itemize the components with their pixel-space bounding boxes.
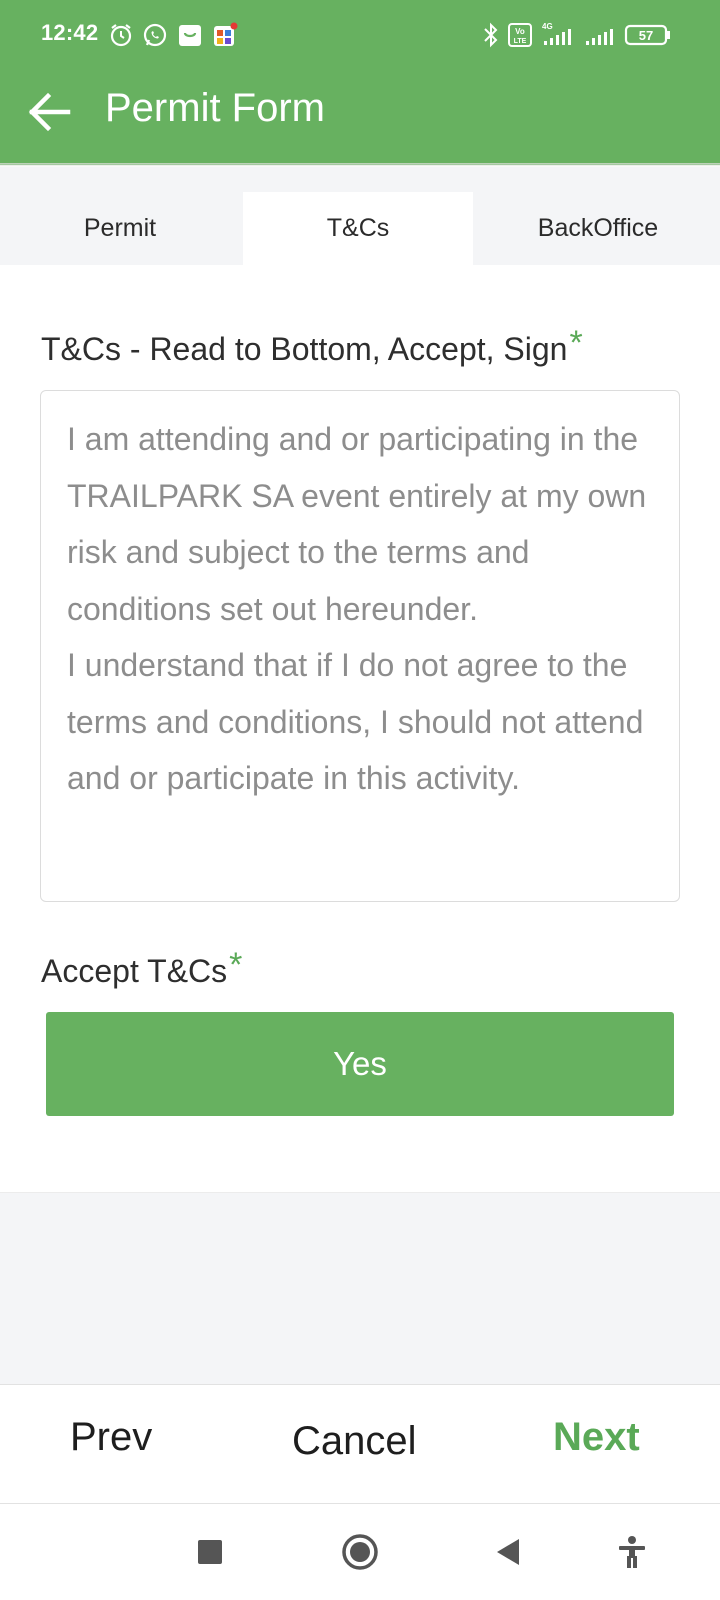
required-marker: * <box>229 946 243 984</box>
tab-permit[interactable]: Permit <box>0 192 240 265</box>
accept-yes-button[interactable]: Yes <box>46 1012 674 1116</box>
accessibility-button[interactable] <box>602 1504 662 1600</box>
required-marker: * <box>569 324 583 362</box>
network-label: 4G <box>542 22 553 31</box>
terms-scroll-box[interactable]: I am attending and or participating in t… <box>40 390 680 902</box>
app-grid-icon <box>212 20 238 50</box>
recents-button[interactable] <box>180 1504 240 1600</box>
status-time: 12:42 <box>41 20 99 45</box>
tab-bar: Permit T&Cs BackOffice <box>0 167 720 265</box>
bottom-action-bar: Prev Cancel Next <box>0 1384 720 1504</box>
bluetooth-icon <box>482 20 500 50</box>
recents-square-icon <box>198 1540 222 1564</box>
svg-text:Vo: Vo <box>515 27 525 36</box>
form-footer-spacer <box>0 1192 720 1384</box>
back-triangle-icon <box>497 1539 519 1565</box>
next-button[interactable]: Next <box>553 1415 640 1460</box>
app-bar: Permit Form <box>0 68 720 165</box>
whatsapp-icon <box>142 20 168 50</box>
system-back-button[interactable] <box>478 1504 538 1600</box>
accept-tcs-label: Accept T&Cs* <box>41 946 242 991</box>
home-button[interactable] <box>330 1504 390 1600</box>
system-nav-bar <box>0 1504 720 1600</box>
volte-icon: Vo LTE <box>508 20 532 50</box>
page-title: Permit Form <box>105 86 325 130</box>
svg-text:LTE: LTE <box>514 38 527 45</box>
battery-level: 57 <box>639 28 653 43</box>
home-circle-icon <box>342 1534 378 1570</box>
tab-backoffice[interactable]: BackOffice <box>476 192 720 265</box>
cancel-button[interactable]: Cancel <box>292 1419 417 1464</box>
terms-text: I am attending and or participating in t… <box>67 421 647 796</box>
prev-button[interactable]: Prev <box>70 1415 152 1460</box>
tcs-field-label: T&Cs - Read to Bottom, Accept, Sign* <box>41 324 583 369</box>
accept-label-text: Accept T&Cs <box>41 953 228 989</box>
signal-icon: 4G <box>538 20 578 50</box>
tcs-label-text: T&Cs - Read to Bottom, Accept, Sign <box>41 331 568 367</box>
signal-icon <box>584 20 616 50</box>
battery-icon: 57 <box>624 20 672 50</box>
status-bar: 12:42 Vo LTE 4G 57 <box>0 0 720 68</box>
shopping-bag-icon <box>177 20 203 50</box>
back-arrow-icon <box>28 92 71 132</box>
back-button[interactable] <box>20 82 80 142</box>
tab-tcs[interactable]: T&Cs <box>243 192 473 265</box>
accessibility-icon <box>619 1536 645 1568</box>
alarm-icon <box>108 20 134 50</box>
